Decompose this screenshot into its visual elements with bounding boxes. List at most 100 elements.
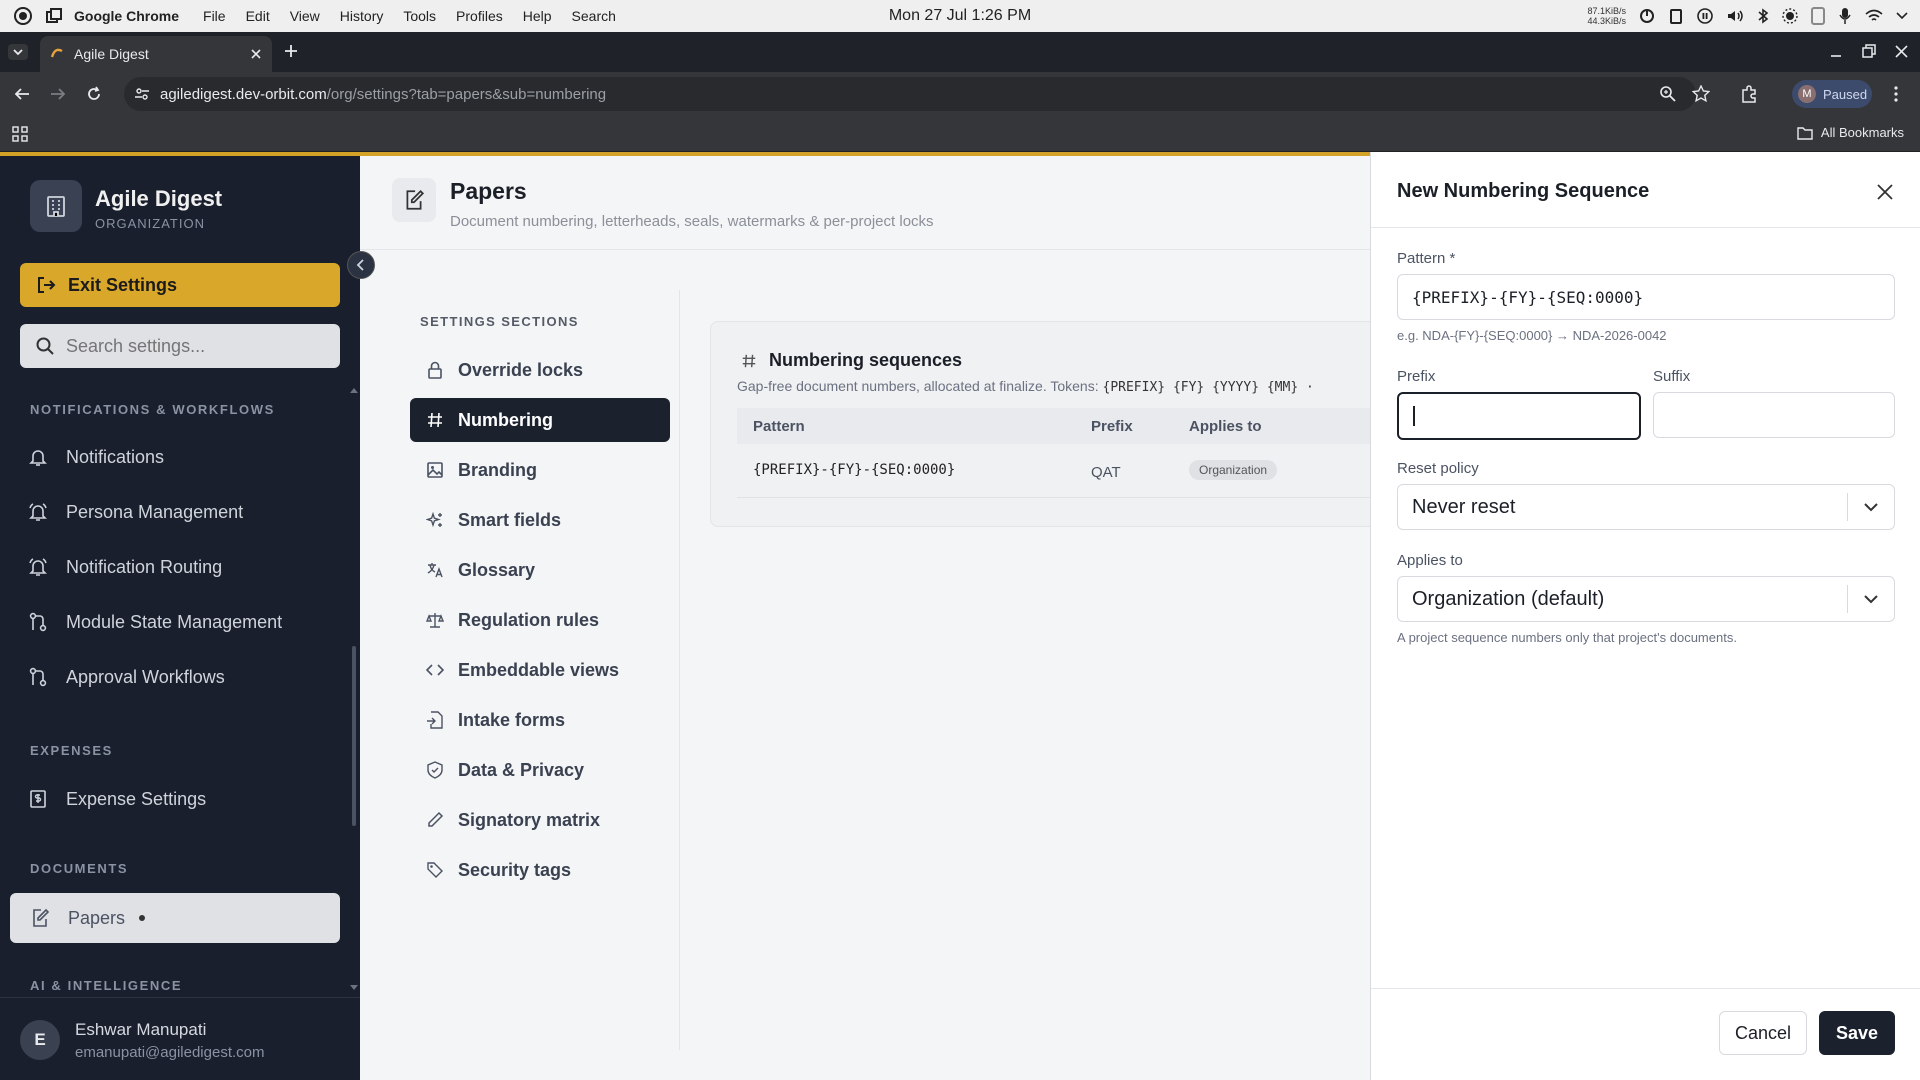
- drawer-close-button[interactable]: [1869, 176, 1901, 208]
- tab-close-icon[interactable]: [250, 48, 262, 60]
- cancel-button[interactable]: Cancel: [1719, 1011, 1807, 1055]
- card-description: Gap-free document numbers, allocated at …: [737, 378, 1314, 395]
- browser-menu-icon[interactable]: [1894, 86, 1898, 102]
- user-avatar: E: [20, 1020, 60, 1060]
- section-numbering[interactable]: Numbering: [410, 398, 670, 442]
- site-info-icon[interactable]: [134, 86, 150, 102]
- menu-history[interactable]: History: [340, 8, 384, 24]
- settings-search-input[interactable]: [66, 335, 326, 357]
- window-switcher-icon[interactable]: [46, 8, 62, 24]
- suffix-input[interactable]: [1653, 392, 1895, 438]
- bookmark-star-icon[interactable]: [1692, 85, 1710, 103]
- app-name[interactable]: Google Chrome: [74, 8, 179, 24]
- user-name: Eshwar Manupati: [75, 1020, 207, 1039]
- new-tab-icon[interactable]: [284, 44, 298, 58]
- section-smart-fields[interactable]: Smart fields: [410, 498, 670, 542]
- org-logo[interactable]: [30, 180, 82, 232]
- clipboard-icon[interactable]: [1668, 8, 1684, 24]
- section-glossary[interactable]: Glossary: [410, 548, 670, 592]
- page-icon: [392, 178, 436, 222]
- row-applies-to: Organization: [1189, 460, 1278, 480]
- power-icon[interactable]: [1639, 8, 1655, 24]
- prefix-input[interactable]: [1397, 392, 1641, 440]
- back-icon[interactable]: [14, 86, 30, 102]
- browser-tab-active[interactable]: Agile Digest: [40, 36, 272, 72]
- section-label: Intake forms: [458, 709, 566, 730]
- bluetooth-icon[interactable]: [1757, 8, 1769, 24]
- text-cursor: [1413, 406, 1415, 426]
- tab-search-icon[interactable]: [8, 44, 28, 60]
- settings-search[interactable]: [20, 324, 340, 368]
- profile-button[interactable]: M Paused: [1792, 80, 1872, 108]
- pen-icon: [426, 811, 458, 829]
- sidebar-item-approval-workflows[interactable]: Approval Workflows: [28, 662, 225, 692]
- reload-icon[interactable]: [86, 86, 102, 102]
- user-panel[interactable]: E Eshwar Manupati emanupati@agiledigest.…: [0, 997, 360, 1080]
- forward-icon[interactable]: [50, 86, 66, 102]
- sidebar-item-module-state-management[interactable]: Module State Management: [28, 607, 282, 637]
- brightness-icon[interactable]: [1782, 8, 1798, 24]
- scroll-down-icon[interactable]: [350, 985, 358, 991]
- extensions-icon[interactable]: [1740, 85, 1758, 103]
- applies-to-select[interactable]: Organization (default): [1397, 576, 1895, 622]
- exit-settings-button[interactable]: Exit Settings: [20, 263, 340, 307]
- minimize-icon[interactable]: [1830, 46, 1842, 58]
- section-label: Security tags: [458, 859, 572, 880]
- sidebar-item-label: Module State Management: [66, 611, 283, 632]
- menu-search[interactable]: Search: [572, 8, 616, 24]
- section-regulation-rules[interactable]: Regulation rules: [410, 598, 670, 642]
- sidebar-item-notification-routing[interactable]: Notification Routing: [28, 552, 222, 582]
- sidebar-item-expense-settings[interactable]: Expense Settings: [28, 784, 206, 814]
- menu-help[interactable]: Help: [523, 8, 552, 24]
- section-security-tags[interactable]: Security tags: [410, 848, 670, 892]
- url-path: /org/settings?tab=papers&sub=numbering: [326, 85, 607, 103]
- os-logo-icon[interactable]: [14, 7, 32, 25]
- url-text[interactable]: agiledigest.dev-orbit.com/org/settings?t…: [160, 86, 606, 103]
- folder-icon: [1797, 126, 1813, 140]
- volume-icon[interactable]: [1726, 8, 1744, 24]
- menu-edit[interactable]: Edit: [246, 8, 270, 24]
- section-signatory-matrix[interactable]: Signatory matrix: [410, 798, 670, 842]
- scroll-up-icon[interactable]: [350, 387, 358, 393]
- section-label: Glossary: [458, 559, 536, 580]
- zoom-icon[interactable]: [1660, 86, 1676, 102]
- section-documents: DOCUMENTS: [30, 861, 129, 876]
- section-embeddable-views[interactable]: Embeddable views: [410, 648, 670, 692]
- menu-profiles[interactable]: Profiles: [456, 8, 503, 24]
- sidebar-scrollbar[interactable]: [352, 646, 356, 826]
- tab-title: Agile Digest: [74, 46, 149, 62]
- section-data-privacy[interactable]: Data & Privacy: [410, 748, 670, 792]
- sidebar-item-persona-management[interactable]: Persona Management: [28, 497, 243, 527]
- restore-icon[interactable]: [1862, 44, 1876, 58]
- tray-menu-icon[interactable]: [1896, 12, 1908, 20]
- pattern-label: Pattern *: [1397, 250, 1456, 267]
- section-intake-forms[interactable]: Intake forms: [410, 698, 670, 742]
- collapse-sidebar-button[interactable]: [347, 251, 375, 279]
- menu-file[interactable]: File: [203, 8, 226, 24]
- sidebar-item-papers[interactable]: Papers: [10, 893, 340, 943]
- wifi-icon[interactable]: [1865, 9, 1883, 23]
- reset-policy-select[interactable]: Never reset: [1397, 484, 1895, 530]
- table-row[interactable]: {PREFIX}-{FY}-{SEQ:0000} QAT Organizatio…: [737, 444, 1437, 498]
- save-button[interactable]: Save: [1819, 1011, 1895, 1055]
- menu-tools[interactable]: Tools: [403, 8, 436, 24]
- microphone-icon[interactable]: [1838, 7, 1852, 25]
- org-name: Agile Digest: [95, 186, 223, 211]
- exit-settings-label: Exit Settings: [68, 274, 178, 295]
- tablet-icon[interactable]: [1811, 7, 1825, 25]
- row-pattern: {PREFIX}-{FY}-{SEQ:0000}: [753, 462, 956, 478]
- card-tokens: {PREFIX} {FY} {YYYY} {MM} ·: [1102, 380, 1314, 395]
- all-bookmarks-button[interactable]: All Bookmarks: [1797, 125, 1904, 140]
- sections-divider: [679, 290, 680, 1050]
- menu-view[interactable]: View: [290, 8, 320, 24]
- window-close-icon[interactable]: [1895, 45, 1908, 58]
- pause-icon[interactable]: [1697, 8, 1713, 24]
- section-expenses: EXPENSES: [30, 743, 113, 758]
- section-override-locks[interactable]: Override locks: [410, 348, 670, 392]
- section-branding[interactable]: Branding: [410, 448, 670, 492]
- sidebar-item-notifications[interactable]: Notifications: [28, 442, 164, 472]
- pattern-input[interactable]: [1397, 274, 1895, 320]
- pattern-hint: e.g. NDA-{FY}-{SEQ:0000} → NDA-2026-0042: [1397, 328, 1667, 343]
- apps-grid-icon[interactable]: [12, 126, 28, 142]
- address-bar[interactable]: agiledigest.dev-orbit.com/org/settings?t…: [124, 77, 1710, 111]
